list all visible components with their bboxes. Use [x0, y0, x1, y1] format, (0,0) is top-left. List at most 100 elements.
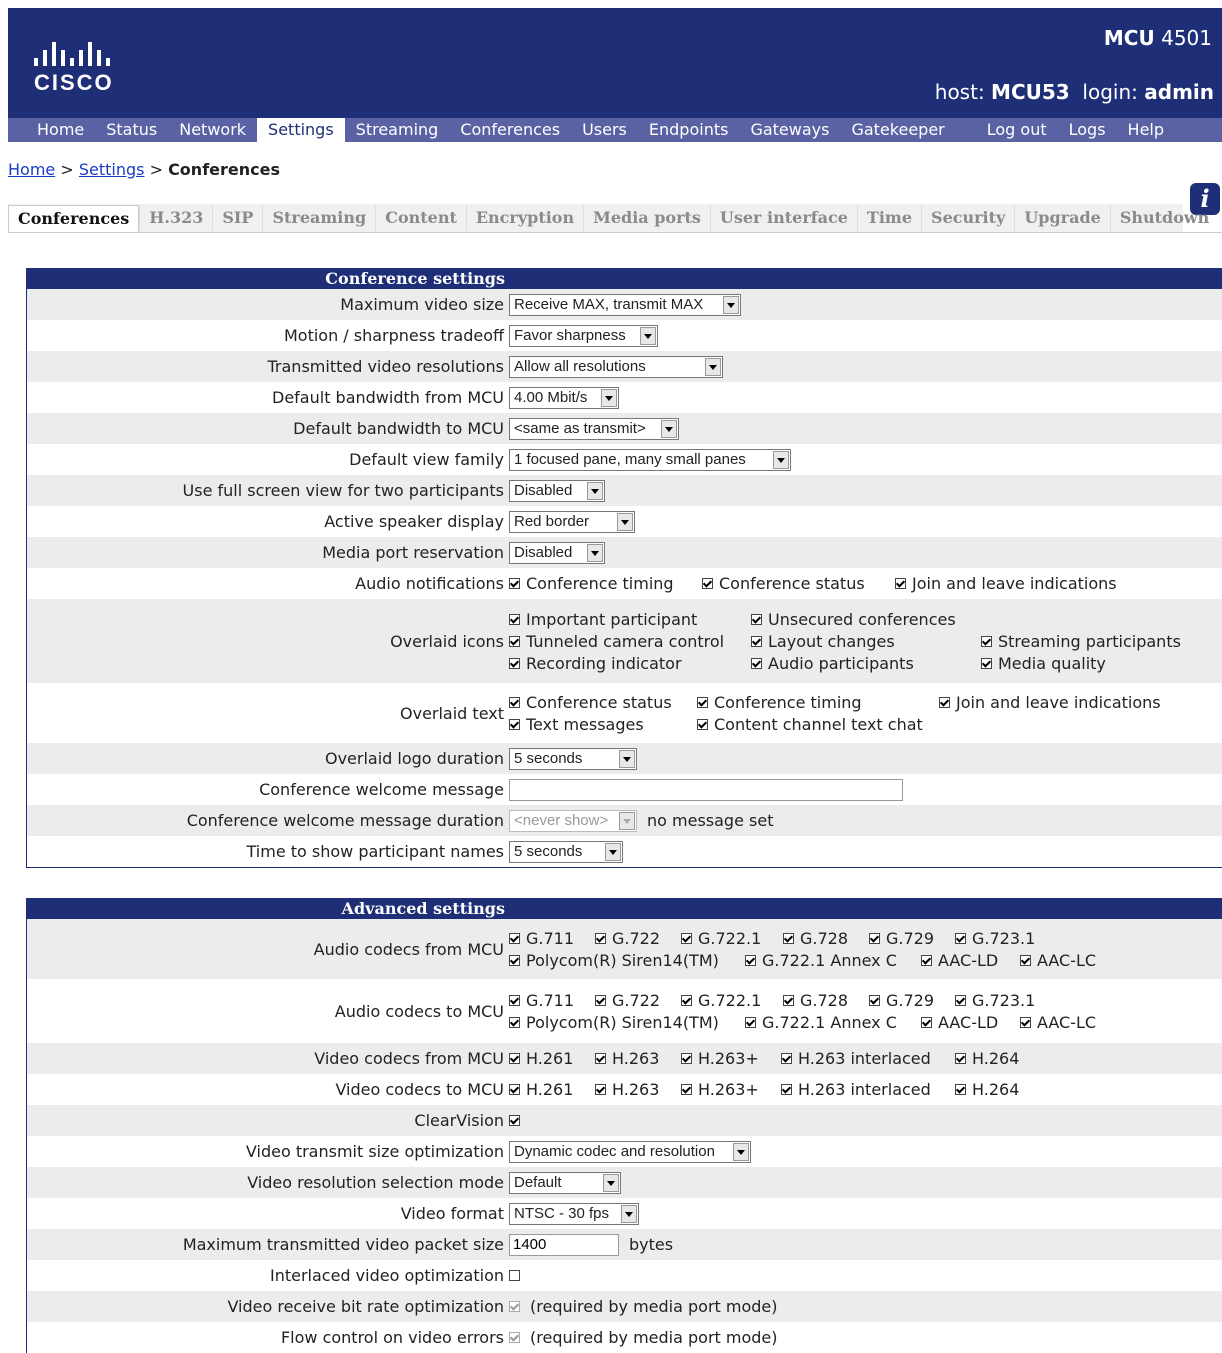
video-from-h261-checkbox[interactable]: H.261 [509, 1049, 595, 1068]
audio-to-siren14-checkbox[interactable]: Polycom(R) Siren14(TM) [509, 1013, 745, 1032]
nav-settings[interactable]: Settings [257, 118, 345, 142]
nav-endpoints[interactable]: Endpoints [638, 118, 740, 142]
media-port-select[interactable]: Disabled [509, 541, 605, 564]
chevron-down-icon [705, 357, 721, 376]
chevron-down-icon [773, 450, 789, 469]
video-to-h261-checkbox[interactable]: H.261 [509, 1080, 595, 1099]
tab-time[interactable]: Time [856, 205, 921, 231]
welcome-duration-note: no message set [647, 811, 774, 830]
breadcrumb-settings-link[interactable]: Settings [79, 160, 145, 179]
tab-shutdown[interactable]: Shutdown [1109, 205, 1218, 231]
video-from-h263-checkbox[interactable]: H.263 [595, 1049, 681, 1068]
nav-users[interactable]: Users [571, 118, 638, 142]
audio-to-g711-checkbox[interactable]: G.711 [509, 991, 595, 1010]
icon-media-quality-checkbox[interactable]: Media quality [981, 654, 1181, 673]
welcome-message-input[interactable] [509, 778, 903, 801]
tab-h323[interactable]: H.323 [139, 205, 212, 231]
audio-from-g7231-checkbox[interactable]: G.723.1 [955, 929, 1035, 948]
video-from-h263plus-checkbox[interactable]: H.263+ [681, 1049, 781, 1068]
icon-tunneled-checkbox[interactable]: Tunneled camera control [509, 632, 751, 651]
audio-from-siren14-checkbox[interactable]: Polycom(R) Siren14(TM) [509, 951, 745, 970]
text-status-checkbox[interactable]: Conference status [509, 693, 697, 712]
video-to-h263i-checkbox[interactable]: H.263 interlaced [781, 1080, 955, 1099]
audio-notify-status-checkbox[interactable]: Conference status [702, 574, 895, 593]
cisco-logo: CISCO [34, 42, 114, 96]
video-to-h263plus-checkbox[interactable]: H.263+ [681, 1080, 781, 1099]
resolution-mode-select[interactable]: Default [509, 1171, 621, 1194]
tx-resolutions-select[interactable]: Allow all resolutions [509, 355, 723, 378]
audio-to-aacld-checkbox[interactable]: AAC-LD [921, 1013, 1020, 1032]
nav-network[interactable]: Network [168, 118, 257, 142]
icon-recording-checkbox[interactable]: Recording indicator [509, 654, 751, 673]
bandwidth-from-select[interactable]: 4.00 Mbit/s [509, 386, 619, 409]
nav-conferences[interactable]: Conferences [449, 118, 571, 142]
video-from-h264-checkbox[interactable]: H.264 [955, 1049, 1019, 1068]
audio-to-g728-checkbox[interactable]: G.728 [783, 991, 869, 1010]
text-messages-checkbox[interactable]: Text messages [509, 715, 697, 734]
text-content-chat-checkbox[interactable]: Content channel text chat [697, 715, 939, 734]
max-packet-size-input[interactable] [509, 1233, 619, 1256]
full-screen-select[interactable]: Disabled [509, 479, 605, 502]
clearvision-checkbox[interactable] [509, 1115, 520, 1126]
chevron-down-icon [733, 1142, 749, 1161]
tab-streaming[interactable]: Streaming [262, 205, 375, 231]
logo-duration-select[interactable]: 5 seconds [509, 747, 637, 770]
audio-to-g7231-checkbox[interactable]: G.723.1 [955, 991, 1035, 1010]
field-label: Maximum transmitted video packet size [182, 1235, 504, 1254]
active-speaker-select[interactable]: Red border [509, 510, 635, 533]
tab-conferences[interactable]: Conferences [8, 204, 140, 232]
nav-gateways[interactable]: Gateways [739, 118, 840, 142]
field-label: Flow control on video errors [280, 1328, 504, 1347]
audio-to-g729-checkbox[interactable]: G.729 [869, 991, 955, 1010]
nav-streaming[interactable]: Streaming [345, 118, 450, 142]
audio-from-annexc-checkbox[interactable]: G.722.1 Annex C [745, 951, 921, 970]
view-family-select[interactable]: 1 focused pane, many small panes [509, 448, 791, 471]
audio-to-annexc-checkbox[interactable]: G.722.1 Annex C [745, 1013, 921, 1032]
audio-notify-timing-checkbox[interactable]: Conference timing [509, 574, 702, 593]
max-video-size-select[interactable]: Receive MAX, transmit MAX [509, 293, 741, 316]
tx-size-opt-select[interactable]: Dynamic codec and resolution [509, 1140, 751, 1163]
audio-from-g729-checkbox[interactable]: G.729 [869, 929, 955, 948]
audio-from-g728-checkbox[interactable]: G.728 [783, 929, 869, 948]
video-to-h263-checkbox[interactable]: H.263 [595, 1080, 681, 1099]
video-to-h264-checkbox[interactable]: H.264 [955, 1080, 1019, 1099]
breadcrumb: Home > Settings > Conferences [8, 160, 280, 179]
tab-media-ports[interactable]: Media ports [583, 205, 710, 231]
nav-help[interactable]: Help [1117, 118, 1175, 142]
tab-sip[interactable]: SIP [212, 205, 262, 231]
icon-audio-participants-checkbox[interactable]: Audio participants [751, 654, 981, 673]
tab-upgrade[interactable]: Upgrade [1014, 205, 1110, 231]
nav-logs[interactable]: Logs [1058, 118, 1117, 142]
audio-from-aacld-checkbox[interactable]: AAC-LD [921, 951, 1020, 970]
audio-to-aaclc-checkbox[interactable]: AAC-LC [1020, 1013, 1096, 1032]
nav-home[interactable]: Home [26, 118, 95, 142]
interlaced-opt-checkbox[interactable] [509, 1270, 520, 1281]
text-timing-checkbox[interactable]: Conference timing [697, 693, 939, 712]
bandwidth-to-select[interactable]: <same as transmit> [509, 417, 679, 440]
audio-to-g722-checkbox[interactable]: G.722 [595, 991, 681, 1010]
breadcrumb-home-link[interactable]: Home [8, 160, 55, 179]
icon-important-checkbox[interactable]: Important participant [509, 610, 751, 629]
icon-streaming-checkbox[interactable]: Streaming participants [981, 632, 1181, 651]
tab-encryption[interactable]: Encryption [465, 205, 583, 231]
nav-status[interactable]: Status [95, 118, 168, 142]
audio-from-g711-checkbox[interactable]: G.711 [509, 929, 595, 948]
tab-content[interactable]: Content [375, 205, 466, 231]
motion-tradeoff-select[interactable]: Favor sharpness [509, 324, 658, 347]
nav-gatekeeper[interactable]: Gatekeeper [840, 118, 955, 142]
audio-from-aaclc-checkbox[interactable]: AAC-LC [1020, 951, 1096, 970]
names-time-select[interactable]: 5 seconds [509, 840, 623, 863]
text-join-checkbox[interactable]: Join and leave indications [939, 693, 1161, 712]
tab-user-interface[interactable]: User interface [709, 205, 857, 231]
icon-layout-checkbox[interactable]: Layout changes [751, 632, 981, 651]
audio-from-g722-checkbox[interactable]: G.722 [595, 929, 681, 948]
video-from-h263i-checkbox[interactable]: H.263 interlaced [781, 1049, 955, 1068]
tab-security[interactable]: Security [921, 205, 1014, 231]
icon-unsecured-checkbox[interactable]: Unsecured conferences [751, 610, 981, 629]
nav-logout[interactable]: Log out [976, 118, 1058, 142]
video-format-select[interactable]: NTSC - 30 fps [509, 1202, 639, 1225]
audio-to-g7221-checkbox[interactable]: G.722.1 [681, 991, 783, 1010]
audio-from-g7221-checkbox[interactable]: G.722.1 [681, 929, 783, 948]
rx-bitrate-note: (required by media port mode) [530, 1297, 778, 1316]
audio-notify-join-checkbox[interactable]: Join and leave indications [895, 574, 1117, 593]
